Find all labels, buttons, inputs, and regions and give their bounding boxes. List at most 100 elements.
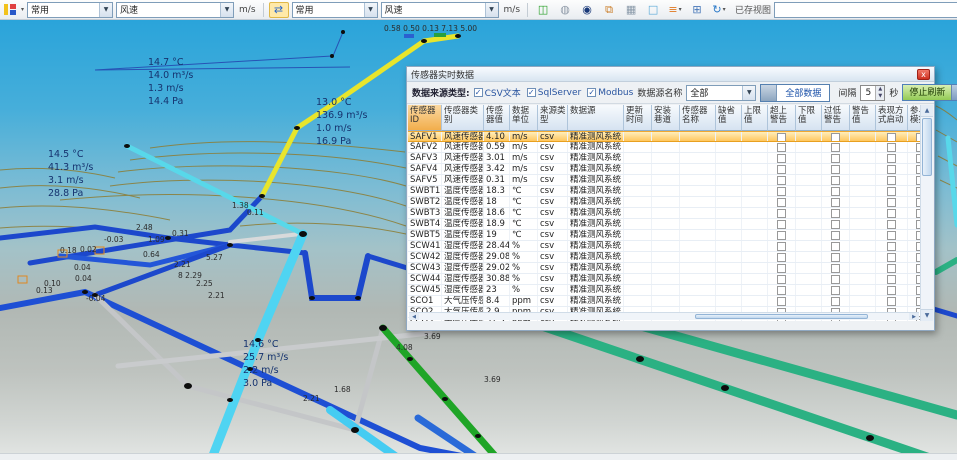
toggle-knob[interactable]: [951, 85, 957, 100]
vertical-scroll-thumb[interactable]: [922, 118, 932, 176]
row-checkbox[interactable]: [777, 154, 786, 163]
metric-combo-2[interactable]: 风速 ▼: [381, 2, 499, 18]
stop-refresh-toggle[interactable]: 停止刷新: [902, 84, 957, 101]
category-combo-1[interactable]: 常用 ▼: [27, 2, 113, 18]
row-checkbox[interactable]: [777, 275, 786, 284]
interval-input[interactable]: 5 ▲▼: [860, 85, 885, 101]
row-checkbox[interactable]: [831, 242, 840, 251]
row-checkbox[interactable]: [887, 231, 896, 240]
table-row[interactable]: SWBT3温度传感器18.6℃csv精准测风系统: [408, 208, 920, 219]
table-row[interactable]: SCW45湿度传感器23%csv精准测风系统: [408, 285, 920, 296]
source-type-checkbox-0[interactable]: ✓CSV文本: [474, 86, 521, 99]
row-checkbox[interactable]: [831, 187, 840, 196]
pane-toggle-icon[interactable]: ◫: [533, 2, 553, 18]
column-header[interactable]: 缺省值: [716, 105, 742, 131]
row-checkbox[interactable]: [777, 286, 786, 295]
sphere-view-icon[interactable]: ◉: [577, 2, 597, 18]
row-checkbox[interactable]: [887, 253, 896, 262]
row-checkbox[interactable]: [831, 253, 840, 262]
table-row[interactable]: SCW44湿度传感器30.88%csv精准测风系统: [408, 274, 920, 285]
source-type-checkbox-2[interactable]: ✓Modbus: [587, 86, 633, 99]
cascade-windows-icon[interactable]: ⊞: [687, 2, 707, 18]
row-checkbox[interactable]: [831, 231, 840, 240]
row-checkbox[interactable]: [887, 133, 896, 141]
row-checkbox[interactable]: [831, 143, 840, 152]
chevron-down-icon[interactable]: ▾: [679, 6, 682, 13]
row-checkbox[interactable]: [887, 275, 896, 284]
column-header[interactable]: 上限值: [742, 105, 768, 131]
row-checkbox[interactable]: [777, 176, 786, 185]
row-checkbox[interactable]: [777, 143, 786, 152]
row-checkbox[interactable]: [777, 231, 786, 240]
row-checkbox[interactable]: [777, 264, 786, 273]
column-header[interactable]: 下限值: [796, 105, 822, 131]
sync-view-icon[interactable]: ⇄: [269, 2, 289, 18]
row-checkbox[interactable]: [831, 275, 840, 284]
column-header[interactable]: 安装巷道: [652, 105, 680, 131]
row-checkbox[interactable]: [777, 198, 786, 207]
wireframe-cube-icon[interactable]: □: [643, 2, 663, 18]
column-header[interactable]: 过低警告: [822, 105, 850, 131]
row-checkbox[interactable]: [831, 220, 840, 229]
sensor-dialog-titlebar[interactable]: 传感器实时数据 x: [407, 67, 934, 82]
row-checkbox[interactable]: [887, 209, 896, 218]
row-checkbox[interactable]: [777, 242, 786, 251]
chevron-down-icon[interactable]: ▼: [99, 3, 112, 17]
column-header[interactable]: 超上警告: [768, 105, 796, 131]
table-row[interactable]: SAFV5风速传感器0.31m/scsv精准测风系统: [408, 175, 920, 186]
row-checkbox[interactable]: [777, 297, 786, 306]
row-checkbox[interactable]: [777, 209, 786, 218]
table-row[interactable]: SWBT1温度传感器18.3℃csv精准测风系统: [408, 186, 920, 197]
column-header[interactable]: 参与模拟: [908, 105, 920, 131]
horizontal-scrollbar[interactable]: ◀ ▶: [409, 312, 919, 320]
table-row[interactable]: SCO1大气压传感器8.4ppmcsv精准测风系统: [408, 296, 920, 307]
row-checkbox[interactable]: [831, 209, 840, 218]
row-checkbox[interactable]: [887, 143, 896, 152]
chevron-down-icon[interactable]: ▼: [364, 3, 377, 17]
scroll-down-icon[interactable]: ▼: [921, 309, 933, 321]
column-header[interactable]: 传感器名称: [680, 105, 716, 131]
column-header[interactable]: 警告值: [850, 105, 876, 131]
column-header[interactable]: 来源类型: [538, 105, 568, 131]
table-row[interactable]: SAFV2风速传感器0.59m/scsv精准测风系统: [408, 142, 920, 153]
chevron-down-icon[interactable]: ▾: [723, 6, 726, 13]
row-checkbox[interactable]: [831, 165, 840, 174]
column-header[interactable]: 数据单位: [510, 105, 538, 131]
column-header[interactable]: 传感器ID: [408, 105, 442, 131]
row-checkbox[interactable]: [887, 165, 896, 174]
table-row[interactable]: SWBT5温度传感器19℃csv精准测风系统: [408, 230, 920, 241]
table-row[interactable]: SAFV3风速传感器3.01m/scsv精准测风系统: [408, 153, 920, 164]
table-row[interactable]: SAFV4风速传感器3.42m/scsv精准测风系统: [408, 164, 920, 175]
table-row[interactable]: SAFV1风速传感器4.10m/scsv精准测风系统: [408, 131, 920, 142]
row-checkbox[interactable]: [887, 297, 896, 306]
mouse-mode-icon[interactable]: ◍: [555, 2, 575, 18]
layers-icon[interactable]: ⧉: [599, 2, 619, 18]
close-icon[interactable]: x: [917, 69, 930, 80]
column-header[interactable]: 更新时间: [624, 105, 652, 131]
list-menu-icon[interactable]: ≡▾: [665, 2, 685, 18]
chevron-down-icon[interactable]: ▼: [742, 86, 755, 100]
row-checkbox[interactable]: [831, 264, 840, 273]
grid-icon[interactable]: ▦: [621, 2, 641, 18]
vertical-scrollbar[interactable]: ▲ ▼: [920, 105, 933, 321]
column-header[interactable]: 数据源: [568, 105, 624, 131]
horizontal-scroll-thumb[interactable]: [695, 314, 868, 319]
scroll-up-icon[interactable]: ▲: [921, 105, 933, 117]
app-icon[interactable]: [4, 3, 17, 16]
row-checkbox[interactable]: [831, 286, 840, 295]
row-checkbox[interactable]: [887, 286, 896, 295]
scroll-left-icon[interactable]: ◀: [409, 313, 419, 320]
row-checkbox[interactable]: [887, 242, 896, 251]
source-type-checkbox-1[interactable]: ✓SqlServer: [527, 86, 581, 99]
row-checkbox[interactable]: [831, 198, 840, 207]
column-header[interactable]: 传感器值: [484, 105, 510, 131]
datasource-combo[interactable]: 全部 ▼: [686, 85, 756, 101]
row-checkbox[interactable]: [831, 154, 840, 163]
row-checkbox[interactable]: [831, 133, 840, 141]
metric-combo-1[interactable]: 风速 ▼: [116, 2, 234, 18]
column-header[interactable]: 传感器类别: [442, 105, 484, 131]
row-checkbox[interactable]: [777, 133, 786, 141]
row-checkbox[interactable]: [887, 220, 896, 229]
row-checkbox[interactable]: [777, 187, 786, 196]
row-checkbox[interactable]: [887, 264, 896, 273]
